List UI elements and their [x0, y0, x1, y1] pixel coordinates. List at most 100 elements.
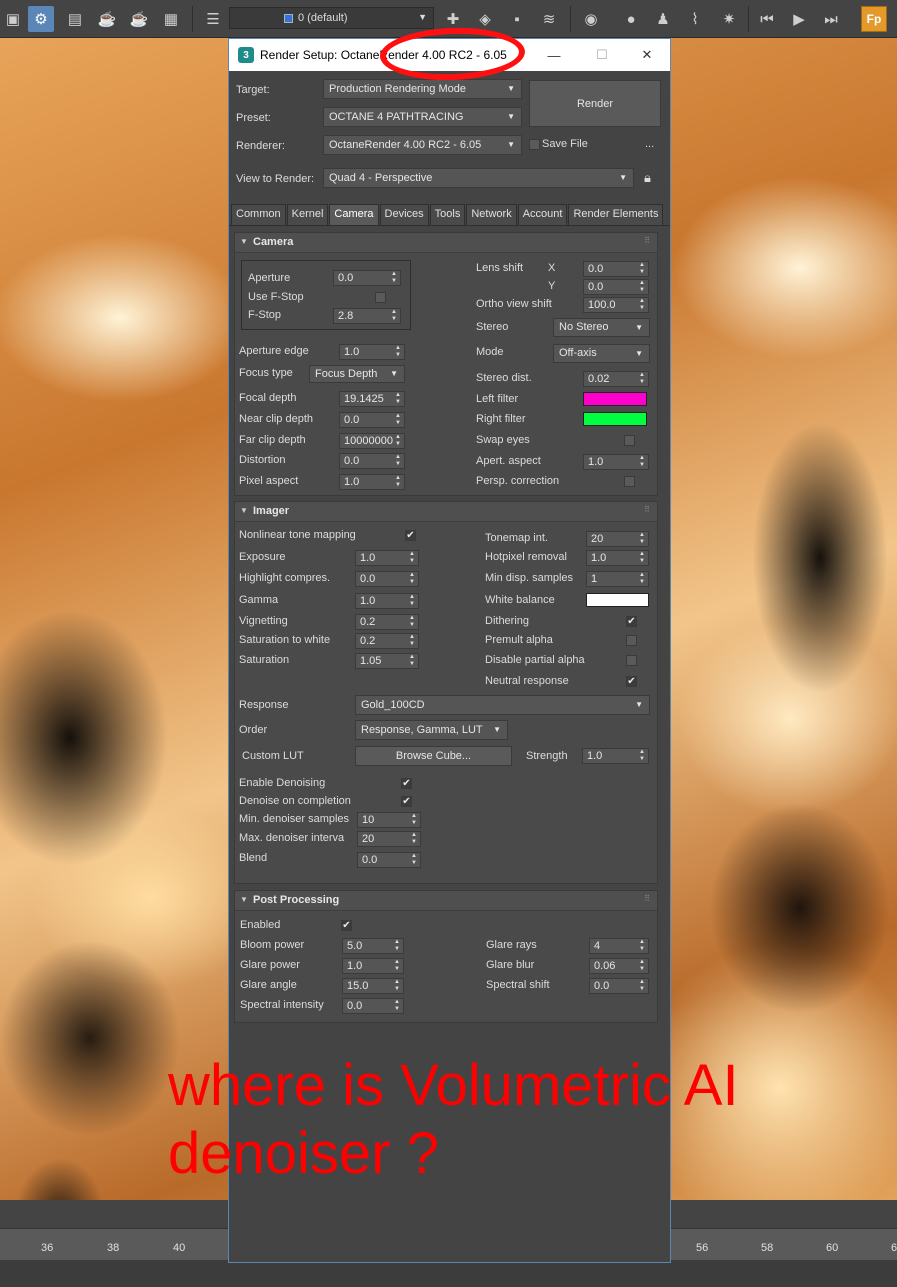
response-dropdown[interactable]: Gold_100CD ▼ — [355, 695, 650, 715]
focal-depth-spinner[interactable]: 19.1425 ▲ ▼ — [339, 391, 405, 407]
far-clip-spinner[interactable]: 10000000 ▲ ▼ — [339, 433, 405, 449]
enable-denoise-checkbox[interactable]: ✔ — [401, 778, 412, 789]
teapot-icon[interactable]: ☕ — [94, 6, 120, 32]
dithering-checkbox[interactable]: ✔ — [626, 616, 637, 627]
grid-icon[interactable]: ▦ — [158, 6, 184, 32]
selection-layer-icon[interactable]: ▪ — [504, 6, 530, 32]
imager-rollout-header[interactable]: ▼ Imager ⠿ — [235, 502, 657, 522]
neutral-checkbox[interactable]: ✔ — [626, 676, 637, 687]
focus-type-dropdown[interactable]: Focus Depth ▼ — [309, 365, 405, 383]
mode-dropdown[interactable]: Off-axis ▼ — [553, 344, 650, 363]
bloom-power-spinner[interactable]: 5.0 ▲ ▼ — [342, 938, 404, 954]
rendered-frame-window-icon[interactable]: ▤ — [62, 6, 88, 32]
nonlinear-checkbox[interactable]: ✔ — [405, 530, 416, 541]
tube-icon[interactable]: ⌇ — [682, 6, 708, 32]
use-fstop-checkbox[interactable] — [375, 292, 386, 303]
layer-manager-icon[interactable]: ☰ — [200, 6, 226, 32]
left-filter-color[interactable] — [583, 392, 647, 406]
apert-aspect-spinner[interactable]: 1.0 ▲ ▼ — [583, 454, 649, 470]
more-options-button[interactable]: ... — [645, 138, 654, 150]
maximize-icon[interactable]: ☐ — [579, 39, 625, 71]
gamma-spinner[interactable]: 1.0 ▲ ▼ — [355, 593, 419, 609]
spectral-shift-spinner[interactable]: 0.0 ▲ ▼ — [589, 978, 649, 994]
layer-dropdown[interactable]: 0 (default) ▼ — [229, 7, 434, 29]
view-to-render-dropdown[interactable]: Quad 4 - Perspective ▼ — [323, 168, 634, 188]
glare-angle-spinner[interactable]: 15.0 ▲ ▼ — [342, 978, 404, 994]
strength-spinner[interactable]: 1.0 ▲ ▼ — [582, 748, 649, 764]
stereo-dist-spinner[interactable]: 0.02 ▲ ▼ — [583, 371, 649, 387]
stack-layers-icon[interactable]: ≋ — [536, 6, 562, 32]
distortion-label: Distortion — [239, 454, 286, 466]
minimize-icon[interactable]: — — [531, 39, 577, 71]
play-icon[interactable]: ▶ — [786, 6, 812, 32]
tab-account[interactable]: Account — [517, 204, 568, 225]
post-processing-rollout-header[interactable]: ▼ Post Processing ⠿ — [235, 891, 657, 911]
glare-power-spinner[interactable]: 1.0 ▲ ▼ — [342, 958, 404, 974]
prev-key-icon[interactable]: ⏮ — [754, 6, 780, 32]
swap-eyes-checkbox[interactable] — [624, 435, 635, 446]
spinner-arrows-icon: ▲ ▼ — [411, 813, 417, 826]
tab-render-elements[interactable]: Render Elements — [568, 204, 664, 225]
nonlinear-label: Nonlinear tone mapping — [239, 529, 356, 541]
tab-kernel[interactable]: Kernel — [286, 204, 329, 225]
exposure-spinner[interactable]: 1.0 ▲ ▼ — [355, 550, 419, 566]
render-frame-icon[interactable]: ▣ — [0, 6, 26, 32]
spark-icon[interactable]: ✷ — [716, 6, 742, 32]
glare-rays-spinner[interactable]: 4 ▲ ▼ — [589, 938, 649, 954]
pixel-aspect-spinner[interactable]: 1.0 ▲ ▼ — [339, 474, 405, 490]
render-setup-icon[interactable]: ⚙ — [28, 6, 54, 32]
hotpixel-spinner[interactable]: 1.0 ▲ ▼ — [586, 550, 649, 566]
browse-cube-button[interactable]: Browse Cube... — [355, 746, 512, 766]
max-denoiser-spinner[interactable]: 20 ▲ ▼ — [357, 831, 421, 847]
saturation-spinner[interactable]: 1.05 ▲ ▼ — [355, 653, 419, 669]
chevron-down-icon: ▼ — [418, 12, 427, 22]
camera-rollout-header[interactable]: ▼ Camera ⠿ — [235, 233, 657, 253]
next-key-icon[interactable]: ⏭ — [818, 6, 844, 32]
close-icon[interactable]: ✕ — [624, 39, 670, 71]
lock-icon[interactable]: 🔒︎ — [644, 170, 651, 186]
order-dropdown[interactable]: Response, Gamma, LUT ▼ — [355, 720, 508, 740]
post-enabled-checkbox[interactable]: ✔ — [341, 920, 352, 931]
render-production-icon[interactable]: ☕ — [126, 6, 152, 32]
shirt-icon[interactable]: ♟ — [650, 6, 676, 32]
highlight-spinner[interactable]: 0.0 ▲ ▼ — [355, 571, 419, 587]
near-clip-spinner[interactable]: 0.0 ▲ ▼ — [339, 412, 405, 428]
tonemap-spinner[interactable]: 20 ▲ ▼ — [586, 531, 649, 547]
distortion-spinner[interactable]: 0.0 ▲ ▼ — [339, 453, 405, 469]
premult-checkbox[interactable] — [626, 635, 637, 646]
tab-camera[interactable]: Camera — [329, 204, 379, 225]
renderer-dropdown[interactable]: OctaneRender 4.00 RC2 - 6.05 ▼ — [323, 135, 522, 155]
target-dropdown[interactable]: Production Rendering Mode ▼ — [323, 79, 522, 99]
fstop-spinner[interactable]: 2.8 ▲ ▼ — [333, 308, 401, 324]
aperture-spinner[interactable]: 0.0 ▲ ▼ — [333, 270, 401, 286]
persp-correction-checkbox[interactable] — [624, 476, 635, 487]
blend-spinner[interactable]: 0.0 ▲ ▼ — [357, 852, 421, 868]
sat-white-spinner[interactable]: 0.2 ▲ ▼ — [355, 633, 419, 649]
right-filter-color[interactable] — [583, 412, 647, 426]
denoise-completion-checkbox[interactable]: ✔ — [401, 796, 412, 807]
tab-network[interactable]: Network — [466, 204, 517, 225]
spinner-arrows-icon: ▲ ▼ — [409, 615, 415, 628]
save-file-checkbox[interactable] — [529, 139, 540, 150]
lens-shift-x-spinner[interactable]: 0.0 ▲ ▼ — [583, 261, 649, 277]
spectral-intensity-spinner[interactable]: 0.0 ▲ ▼ — [342, 998, 404, 1014]
min-disp-spinner[interactable]: 1 ▲ ▼ — [586, 571, 649, 587]
glare-blur-spinner[interactable]: 0.06 ▲ ▼ — [589, 958, 649, 974]
render-button[interactable]: Render — [529, 80, 661, 127]
white-balance-color[interactable] — [586, 593, 649, 607]
material-ball-icon[interactable]: ● — [618, 6, 644, 32]
aperture-edge-label: Aperture edge — [239, 345, 309, 357]
disable-partial-checkbox[interactable] — [626, 655, 637, 666]
ortho-spinner[interactable]: 100.0 ▲ ▼ — [583, 297, 649, 313]
stereo-dropdown[interactable]: No Stereo ▼ — [553, 318, 650, 337]
lens-shift-y-spinner[interactable]: 0.0 ▲ ▼ — [583, 279, 649, 295]
min-denoiser-spinner[interactable]: 10 ▲ ▼ — [357, 812, 421, 828]
environment-icon[interactable]: ◉ — [578, 6, 604, 32]
tab-devices[interactable]: Devices — [379, 204, 429, 225]
fp-button[interactable]: Fp — [861, 6, 887, 32]
vignetting-spinner[interactable]: 0.2 ▲ ▼ — [355, 614, 419, 630]
aperture-edge-spinner[interactable]: 1.0 ▲ ▼ — [339, 344, 405, 360]
tab-tools[interactable]: Tools — [429, 204, 466, 225]
preset-dropdown[interactable]: OCTANE 4 PATHTRACING ▼ — [323, 107, 522, 127]
tab-common[interactable]: Common — [231, 204, 286, 225]
